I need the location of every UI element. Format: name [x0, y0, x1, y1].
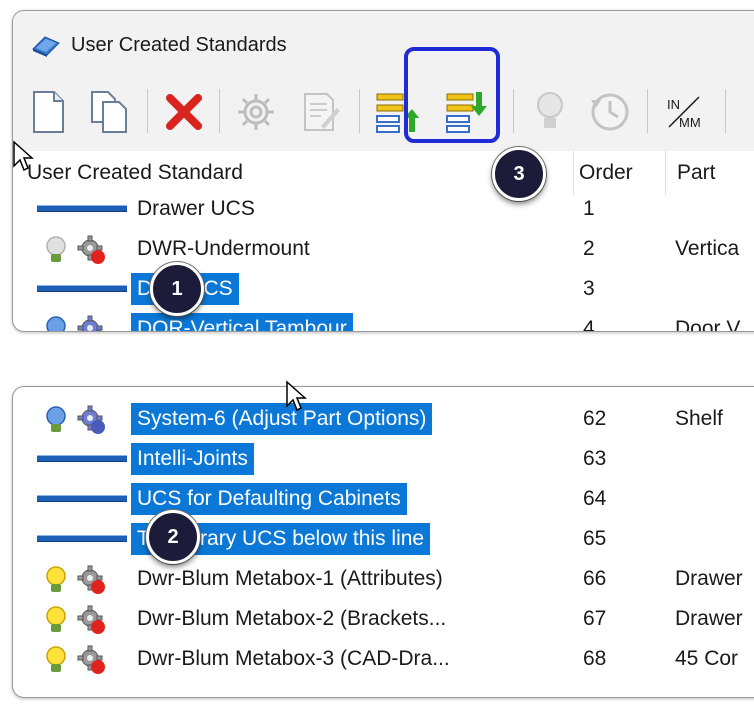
- bulb-blue-gear-blue-icon: [37, 403, 129, 435]
- row-part: Vertica: [675, 237, 740, 260]
- window-title: User Created Standards: [71, 34, 287, 56]
- row-order: 63: [583, 447, 607, 470]
- table-row[interactable]: Dwr-Blum Metabox-1 (Attributes) 66 Drawer: [13, 559, 754, 599]
- column-header-part[interactable]: Part: [677, 161, 716, 185]
- row-name: DOR-Vertical Tambour: [131, 313, 353, 331]
- row-order: 3: [583, 277, 595, 300]
- row-name: Intelli-Joints: [131, 443, 254, 475]
- highlight-box: [404, 47, 500, 143]
- table-row[interactable]: Temporary UCS below this line 65: [13, 519, 754, 559]
- units-icon[interactable]: IN MM: [659, 87, 709, 137]
- bulb-yellow-gear-red-icon: [37, 603, 129, 635]
- table-row[interactable]: Door UCS3: [13, 269, 754, 309]
- edit-icon[interactable]: [295, 87, 345, 137]
- table-row[interactable]: UCS for Defaulting Cabinets 64: [13, 479, 754, 519]
- table-row[interactable]: Dwr-Blum Metabox-2 (Brackets... 67 Drawer: [13, 599, 754, 639]
- table-row[interactable]: Dwr-Blum Metabox-3 (CAD-Dra... 68 45 Cor: [13, 639, 754, 679]
- step-badge-3: 3: [492, 147, 546, 201]
- row-name: Dwr-Blum Metabox-1 (Attributes): [137, 567, 443, 590]
- ucs-line-icon: [37, 273, 129, 305]
- toolbar-separator: [513, 89, 514, 133]
- toolbar-separator: [647, 89, 648, 133]
- table-row[interactable]: DWR-Undermount 2 Vertica: [13, 229, 754, 269]
- new-icon[interactable]: [23, 87, 73, 137]
- ucs-line-icon: [37, 523, 129, 555]
- row-name: Dwr-Blum Metabox-2 (Brackets...: [137, 607, 447, 630]
- table-row[interactable]: Intelli-Joints 63: [13, 439, 754, 479]
- row-part: Door V: [675, 317, 741, 332]
- toolbar-separator: [219, 89, 220, 133]
- row-order: 66: [583, 567, 607, 590]
- app-book-icon: [31, 35, 61, 62]
- row-order: 4: [583, 317, 595, 332]
- row-name: System-6 (Adjust Part Options): [131, 403, 433, 435]
- user-created-standards-window: User Created Standards IN MM User Create…: [12, 10, 754, 332]
- toolbar-separator: [725, 89, 726, 133]
- svg-text:IN: IN: [667, 97, 680, 112]
- row-order: 67: [583, 607, 607, 630]
- toolbar: IN MM: [13, 75, 754, 152]
- ucs-line-icon: [37, 483, 129, 515]
- ucs-line-icon: [37, 193, 129, 225]
- row-name: Dwr-Blum Metabox-3 (CAD-Dra...: [137, 647, 450, 670]
- table-row[interactable]: Drawer UCS 1: [13, 189, 754, 229]
- mouse-cursor-icon: [12, 140, 34, 177]
- step-badge-2: 2: [146, 510, 200, 564]
- row-order: 65: [583, 527, 607, 550]
- step-badge-1: 1: [150, 262, 204, 316]
- row-order: 2: [583, 237, 595, 260]
- history-clock-icon[interactable]: [585, 87, 635, 137]
- bulb-yellow-gear-red-icon: [37, 563, 129, 595]
- column-header-order[interactable]: Order: [579, 161, 633, 185]
- delete-icon[interactable]: [159, 87, 209, 137]
- toolbar-separator: [147, 89, 148, 133]
- row-order: 1: [583, 197, 595, 220]
- row-name: DWR-Undermount: [137, 237, 310, 260]
- toolbar-separator: [359, 89, 360, 133]
- column-header-name[interactable]: User Created Standard: [27, 161, 243, 185]
- title-bar: User Created Standards: [13, 11, 754, 75]
- mouse-cursor-icon: [285, 380, 307, 417]
- table-row[interactable]: DOR-Vertical Tambour 4 Door V: [13, 309, 754, 332]
- bulb-yellow-gear-red-icon: [37, 643, 129, 675]
- settings-gear-icon[interactable]: [231, 87, 281, 137]
- ucs-line-icon: [37, 443, 129, 475]
- row-order: 68: [583, 647, 607, 670]
- row-name: Drawer UCS: [137, 197, 255, 220]
- bulb-gray-gear-red-icon: [37, 233, 129, 265]
- row-part: Shelf: [675, 407, 723, 430]
- row-part: 45 Cor: [675, 647, 739, 670]
- svg-text:MM: MM: [679, 115, 701, 130]
- row-part: Drawer: [675, 567, 743, 590]
- row-part: Drawer: [675, 607, 743, 630]
- row-order: 62: [583, 407, 607, 430]
- bulb-icon[interactable]: [525, 87, 575, 137]
- table-row[interactable]: System-6 (Adjust Part Options) 62 Shelf: [13, 399, 754, 439]
- copy-icon[interactable]: [85, 87, 135, 137]
- bulb-blue-gear-blue-icon: [37, 313, 129, 331]
- row-order: 64: [583, 487, 607, 510]
- user-created-standards-list-scrolled: System-6 (Adjust Part Options) 62 Shelf Int…: [12, 386, 754, 698]
